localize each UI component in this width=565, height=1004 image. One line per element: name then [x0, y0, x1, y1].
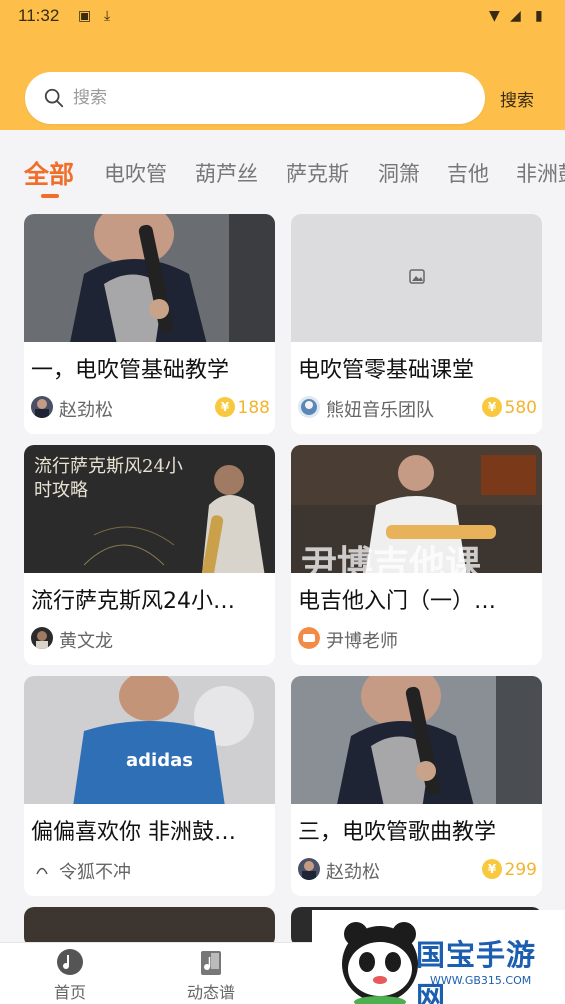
nav-home-label: 首页: [53, 983, 86, 1002]
course-card[interactable]: 三，电吹管歌曲教学 赵劲松 ¥ 299: [291, 676, 542, 896]
author-name: 黄文龙: [59, 631, 113, 652]
watermark-text: 国宝手游网: [416, 938, 537, 1004]
course-price: 580: [504, 398, 537, 418]
author-name: 赵劲松: [59, 400, 113, 421]
coin-icon: ¥: [482, 859, 502, 879]
author-avatar: [298, 858, 320, 880]
search-icon: [44, 88, 64, 108]
author-avatar: [298, 396, 320, 418]
course-title: 一，电吹管基础教学: [31, 358, 230, 383]
course-card[interactable]: 流行萨克斯风24小时攻略 流行萨克斯风24小… 黄文龙: [24, 445, 275, 665]
battery-icon: ▮: [535, 8, 543, 24]
course-card[interactable]: adidas 偏偏喜欢你 非洲鼓… 令狐不冲: [24, 676, 275, 896]
author-avatar: [31, 858, 53, 880]
author-name: 赵劲松: [326, 862, 380, 883]
course-title: 电吹管零基础课堂: [298, 358, 475, 383]
nav-home[interactable]: 首页: [30, 945, 110, 1003]
author-name: 令狐不冲: [59, 862, 131, 883]
thumbnail-text: 流行萨克斯风24小时攻略: [34, 456, 183, 501]
watermark-url: WWW.GB315.COM: [430, 974, 532, 987]
course-title: 三，电吹管歌曲教学: [298, 820, 497, 845]
nav-dynamic-score[interactable]: 动态谱: [171, 945, 251, 1003]
top-header: 11:32 ▣ ⤓ ▼ ◢ ▮ 搜索: [0, 0, 565, 130]
author-name: 熊妞音乐团队: [326, 400, 434, 421]
wifi-icon: ▼: [489, 8, 500, 24]
coin-icon: ¥: [215, 397, 235, 417]
active-tab-indicator: [41, 194, 59, 198]
panda-logo: [342, 922, 418, 1004]
download-icon: ⤓: [104, 8, 111, 24]
category-tabs: 全部 电吹管 葫芦丝 萨克斯 洞箫 吉他 非洲鼓: [0, 130, 565, 210]
course-card[interactable]: 电吹管零基础课堂 熊妞音乐团队 ¥ 580: [291, 214, 542, 434]
watermark: 国宝手游网 WWW.GB315.COM: [312, 910, 565, 1004]
tab-guitar[interactable]: 吉他: [447, 158, 489, 188]
clock: 11:32: [18, 6, 60, 25]
tab-djembe[interactable]: 非洲鼓: [516, 158, 565, 188]
coin-icon: ¥: [482, 397, 502, 417]
tab-hulusi[interactable]: 葫芦丝: [195, 158, 258, 188]
tab-all[interactable]: 全部: [24, 155, 74, 191]
author-avatar: [31, 627, 53, 649]
search-input[interactable]: [73, 83, 463, 113]
search-bar[interactable]: [25, 72, 485, 124]
sheet-music-icon: [201, 951, 221, 975]
thumbnail-text: adidas: [126, 750, 193, 771]
author-avatar: [298, 627, 320, 649]
tab-dongxiao[interactable]: 洞箫: [378, 158, 420, 188]
course-title: 偏偏喜欢你 非洲鼓…: [31, 820, 236, 845]
course-thumbnail: [24, 907, 275, 947]
course-card[interactable]: [24, 907, 275, 947]
author-avatar: [31, 396, 53, 418]
course-card[interactable]: 一，电吹管基础教学 赵劲松 ¥ 188: [24, 214, 275, 434]
nav-dynamic-score-label: 动态谱: [186, 983, 235, 1002]
course-price: 188: [237, 398, 270, 418]
author-name: 尹博老师: [326, 631, 398, 652]
tab-electric-wind[interactable]: 电吹管: [104, 158, 167, 188]
home-disc-icon: [57, 949, 83, 975]
tab-saxophone[interactable]: 萨克斯: [286, 158, 349, 188]
course-card[interactable]: 尹博吉他课 电吉他入门（一）… 尹博老师: [291, 445, 542, 665]
course-title: 电吉他入门（一）…: [298, 589, 497, 614]
notification-icon: ▣: [78, 8, 92, 24]
search-button[interactable]: 搜索: [500, 86, 534, 111]
course-price: 299: [504, 860, 537, 880]
status-bar: 11:32 ▣ ⤓ ▼ ◢ ▮: [0, 0, 565, 34]
course-title: 流行萨克斯风24小…: [31, 589, 235, 614]
signal-icon: ◢: [510, 8, 521, 24]
